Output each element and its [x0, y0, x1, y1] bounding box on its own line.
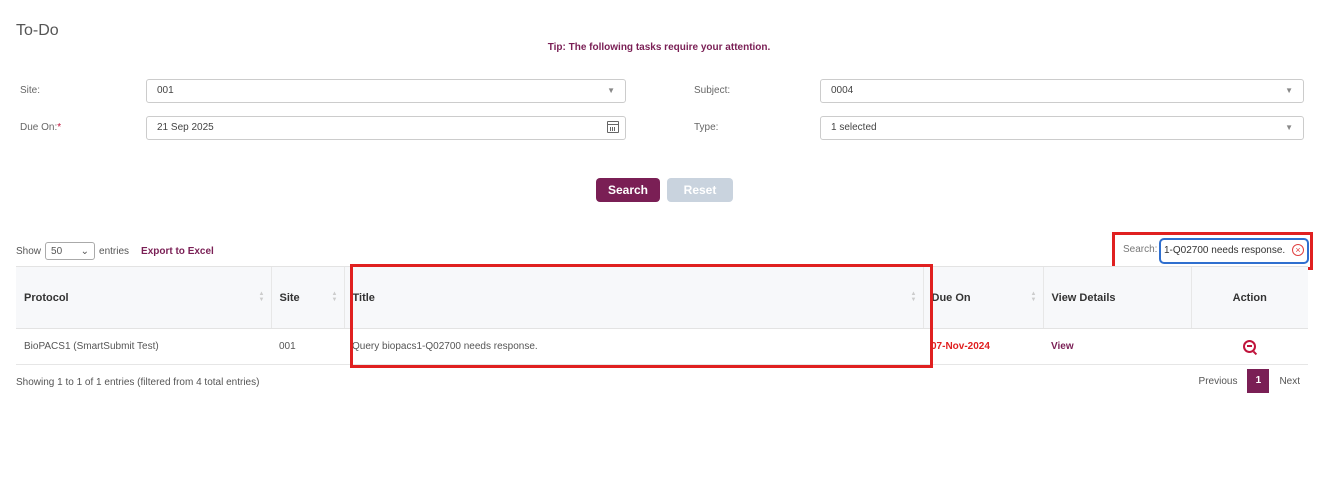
due-on-label: Due On:* [20, 122, 62, 133]
search-input[interactable]: 1-Q02700 needs response. × [1159, 238, 1309, 264]
due-on-date-input[interactable]: 21 Sep 2025 [146, 116, 626, 140]
action-cell [1191, 328, 1308, 365]
title-cell: Query biopacs1-Q02700 needs response. [344, 328, 923, 365]
table-info: Showing 1 to 1 of 1 entries (filtered fr… [16, 377, 260, 388]
entries-label: entries [99, 245, 130, 257]
table-header-row: Protocol ▲ ▼ Site ▲ ▼ Title ▲ ▼ Due On ▲ ▼ View … [16, 266, 1308, 329]
page-length-select[interactable]: 50 ⌄ [45, 242, 96, 260]
query-icon[interactable] [1243, 340, 1256, 353]
page-length-control: Show 50 ⌄ entries Export to Excel [16, 242, 214, 260]
todo-table: Protocol ▲ ▼ Site ▲ ▼ Title ▲ ▼ Due On ▲ ▼ View … [16, 266, 1308, 365]
clear-search-icon[interactable]: × [1292, 244, 1304, 256]
export-to-excel-link[interactable]: Export to Excel [141, 246, 214, 257]
reset-button[interactable]: Reset [667, 178, 733, 202]
pagination: Previous 1 Next [1199, 369, 1300, 393]
site-select-value: 001 [157, 85, 174, 96]
search-input-value: 1-Q02700 needs response. [1164, 245, 1286, 256]
search-label: Search: [1123, 244, 1158, 255]
site-cell: 001 [271, 328, 344, 365]
sort-icon: ▲ ▼ [331, 291, 338, 303]
sort-icon: ▲ ▼ [1030, 291, 1037, 303]
sort-icon: ▲ ▼ [258, 291, 265, 303]
chevron-down-icon: ⌄ [80, 245, 90, 257]
chevron-down-icon: ▼ [1285, 86, 1293, 95]
protocol-cell: BioPACS1 (SmartSubmit Test) [16, 328, 271, 365]
subject-select[interactable]: 0004 ▼ [820, 79, 1304, 103]
column-header-title[interactable]: Title ▲ ▼ [343, 266, 923, 329]
table-search-highlight: Search: 1-Q02700 needs response. × [1112, 232, 1313, 270]
site-select[interactable]: 001 ▼ [146, 79, 626, 103]
type-select[interactable]: 1 selected ▼ [820, 116, 1304, 140]
chevron-down-icon: ▼ [607, 86, 615, 95]
type-select-value: 1 selected [831, 122, 877, 133]
show-label: Show [16, 245, 42, 257]
column-header-site[interactable]: Site ▲ ▼ [270, 266, 344, 329]
column-header-action: Action [1190, 266, 1308, 329]
due-on-value: 21 Sep 2025 [157, 122, 214, 133]
site-label: Site: [20, 85, 41, 96]
table-row: BioPACS1 (SmartSubmit Test) 001 Query bi… [16, 328, 1308, 365]
page-1-button[interactable]: 1 [1247, 369, 1270, 393]
type-label: Type: [694, 122, 719, 133]
subject-label: Subject: [694, 85, 731, 96]
subject-select-value: 0004 [831, 85, 854, 96]
column-header-protocol[interactable]: Protocol ▲ ▼ [16, 266, 271, 329]
due-on-cell: 07-Nov-2024 [923, 328, 1043, 365]
view-link[interactable]: View [1043, 328, 1191, 365]
tip-text: Tip: The following tasks require your at… [547, 42, 771, 53]
sort-icon: ▲ ▼ [910, 291, 917, 303]
search-button[interactable]: Search [596, 178, 660, 202]
required-marker: * [57, 122, 62, 133]
calendar-icon[interactable] [607, 121, 619, 133]
column-header-due-on[interactable]: Due On ▲ ▼ [922, 266, 1043, 329]
page-length-value: 50 [51, 245, 63, 257]
previous-page-button[interactable]: Previous [1199, 376, 1238, 387]
chevron-down-icon: ▼ [1285, 123, 1293, 132]
page-title: To-Do [16, 22, 59, 39]
column-header-view-details: View Details [1042, 266, 1191, 329]
next-page-button[interactable]: Next [1279, 376, 1300, 387]
